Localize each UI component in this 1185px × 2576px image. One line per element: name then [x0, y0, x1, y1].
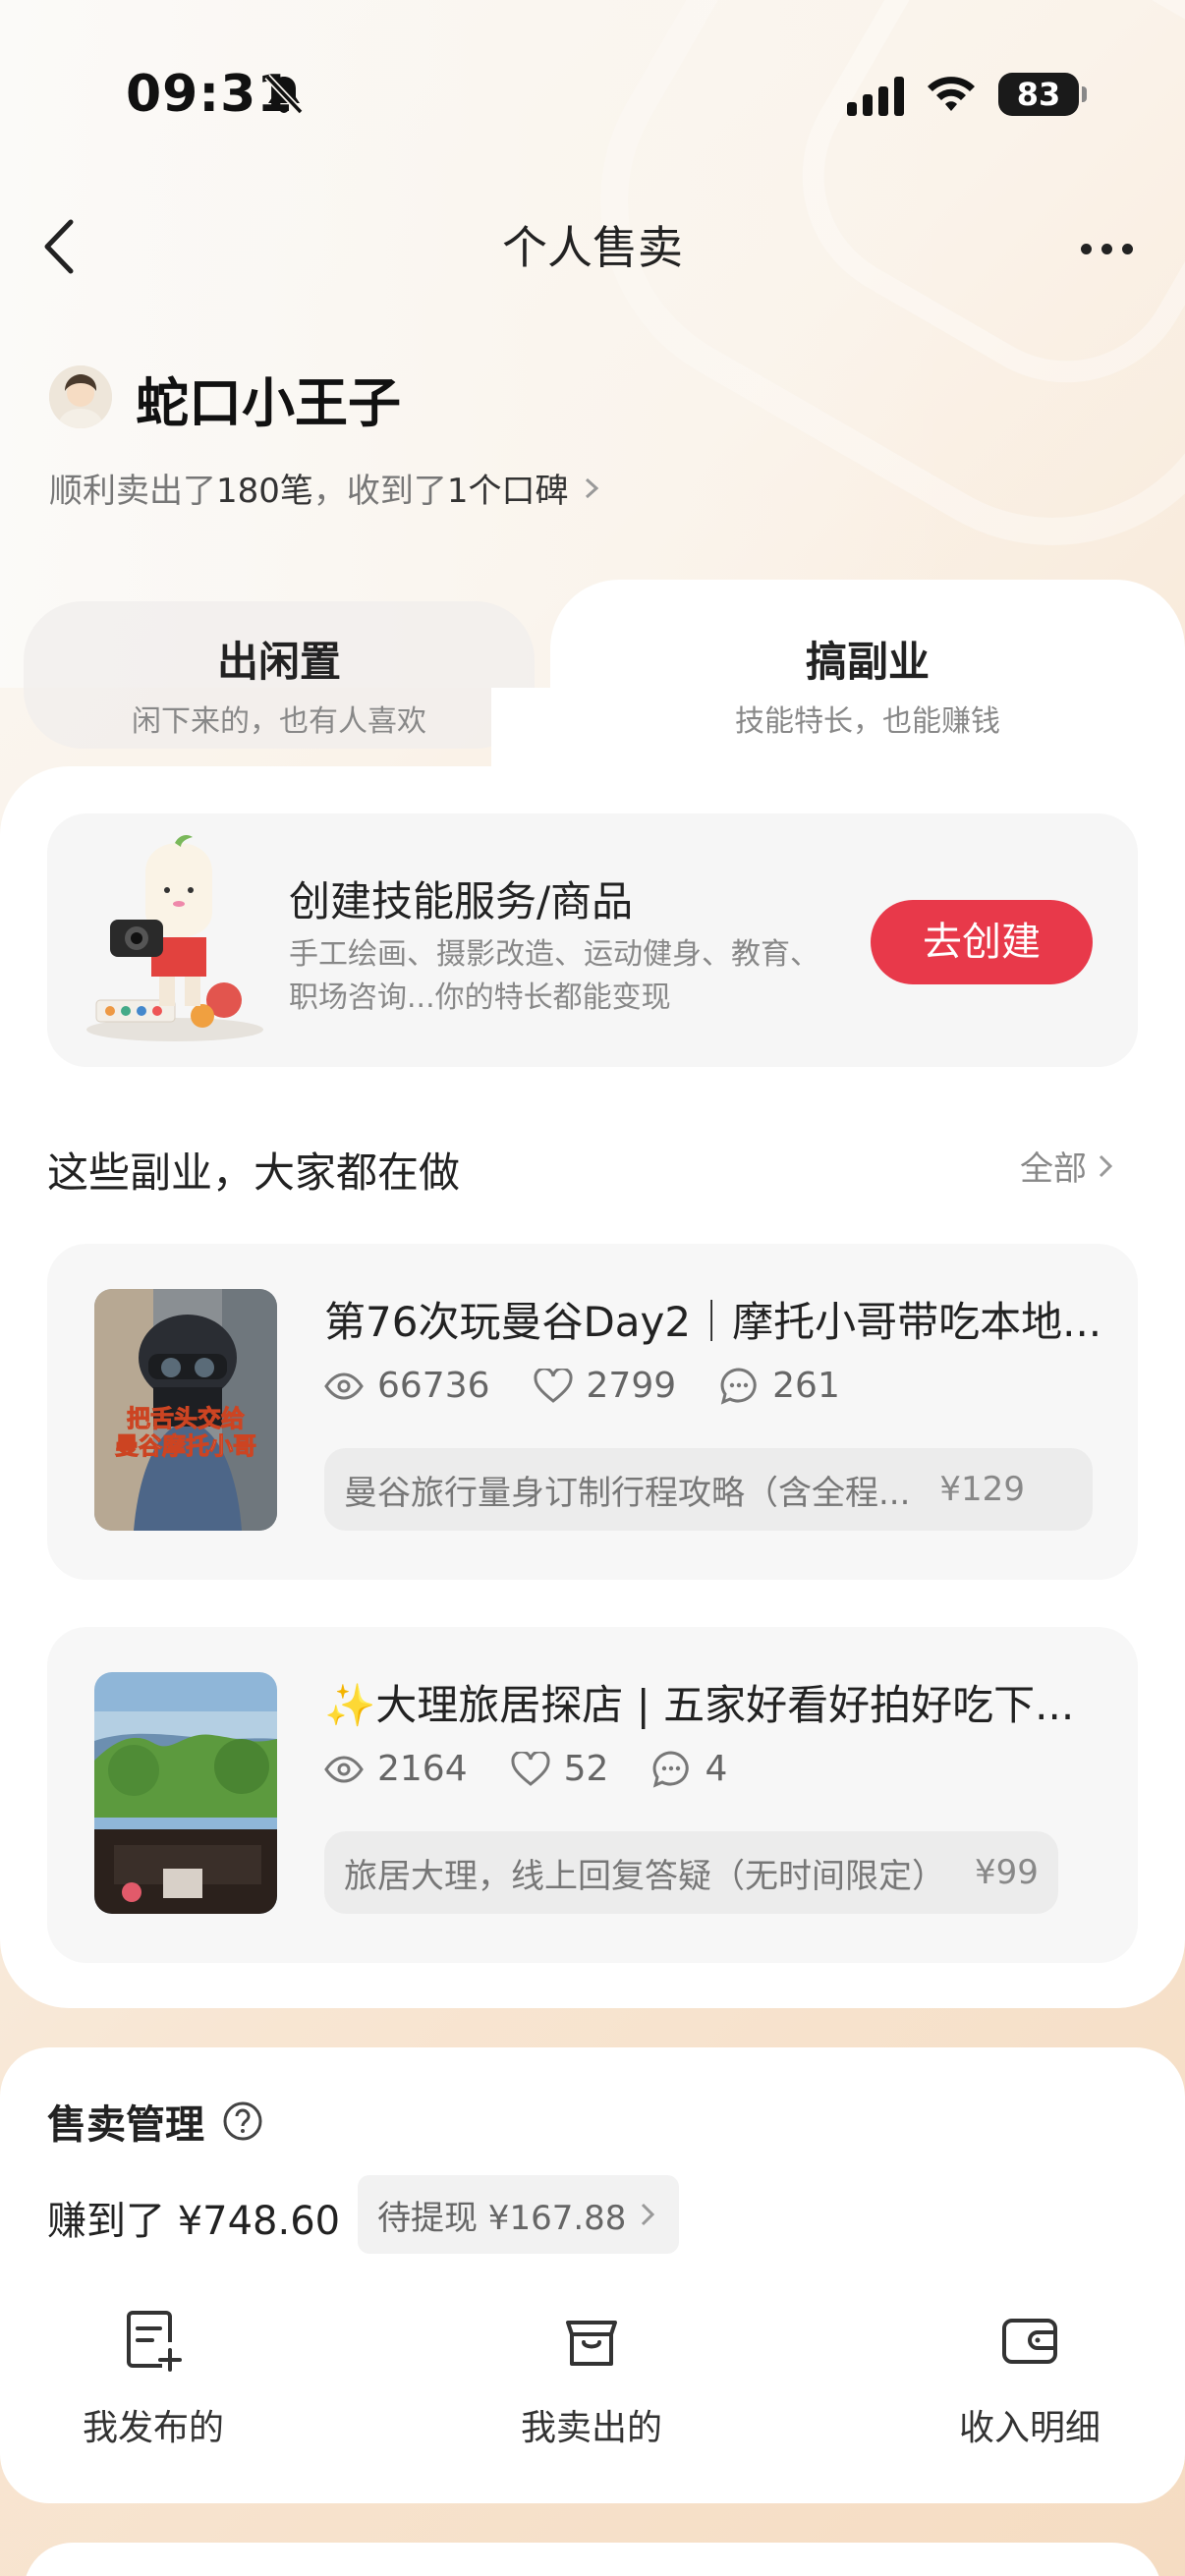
heart-icon — [534, 1368, 573, 1403]
eye-icon — [324, 1372, 364, 1400]
item-stats: 2164 52 4 — [324, 1749, 770, 1789]
item-title: 第76次玩曼谷Day2｜摩托小哥带吃本地... — [324, 1298, 1102, 1346]
tab-second-hand[interactable]: 出闲置 闲下来的，也有人喜欢 — [24, 601, 535, 749]
offer-name: 曼谷旅行量身订制行程攻略（含全程... — [344, 1473, 911, 1513]
item-thumbnail: 把舌头交给 曼谷摩托小哥 — [94, 1289, 277, 1531]
create-card-description: 手工绘画、摄影改造、运动健身、教育、职场咨询...你的特长都能变现 — [289, 937, 819, 1015]
chevron-right-icon — [642, 2203, 655, 2226]
comment-icon — [653, 1750, 690, 1788]
list-item[interactable]: 把舌头交给 曼谷摩托小哥 第76次玩曼谷Day2｜摩托小哥带吃本地... 667… — [47, 1244, 1138, 1580]
mascot-illustration — [86, 835, 263, 1041]
battery-indicator: 83 — [998, 73, 1087, 116]
shop-box-icon — [566, 2321, 617, 2366]
sold-count: 180笔 — [216, 472, 313, 511]
user-name: 蛇口小王子 — [136, 372, 401, 434]
status-bar: 09:31 83 — [0, 0, 1185, 187]
heart-icon — [511, 1751, 550, 1786]
svg-text:把舌头交给: 把舌头交给 — [127, 1405, 245, 1432]
user-stats[interactable]: 顺利卖出了 180笔 ，收到了 1个口碑 — [49, 464, 602, 512]
comment-count: 4 — [705, 1749, 728, 1789]
item-offer[interactable]: 旅居大理，线上回复答疑（无时间限定） ¥99 — [324, 1831, 1058, 1914]
my-published-button[interactable]: 我发布的 — [26, 2309, 281, 2450]
offer-name: 旅居大理，线上回复答疑（无时间限定） — [344, 1856, 945, 1896]
item-title: ✨大理旅居探店 | 五家好看好拍好吃下... — [324, 1681, 1075, 1729]
chevron-right-icon — [1099, 1154, 1113, 1177]
sales-management-title: 售卖管理 — [47, 2093, 263, 2150]
earned-amount: 赚到了 ¥748.60 — [47, 2199, 341, 2244]
page-title: 个人售卖 — [502, 221, 683, 274]
help-icon[interactable] — [222, 2100, 263, 2142]
my-sold-button[interactable]: 我卖出的 — [464, 2309, 719, 2450]
more-options-icon[interactable] — [1081, 224, 1150, 273]
wifi-icon — [928, 77, 975, 111]
create-button[interactable]: 去创建 — [871, 900, 1093, 984]
wallet-icon — [1002, 2319, 1057, 2364]
like-count: 52 — [563, 1749, 609, 1789]
pending-withdrawal-button[interactable]: 待提现 ¥167.88 — [358, 2175, 680, 2254]
income-details-button[interactable]: 收入明细 — [902, 2309, 1157, 2450]
next-section-card — [24, 2543, 1161, 2576]
publish-icon — [127, 2311, 182, 2372]
view-count: 2164 — [377, 1749, 468, 1789]
muted-bell-icon — [264, 74, 304, 115]
create-skill-card: 创建技能服务/商品 手工绘画、摄影改造、运动健身、教育、职场咨询...你的特长都… — [47, 813, 1138, 1067]
section-title: 这些副业，大家都在做 — [47, 1148, 461, 1197]
svg-text:曼谷摩托小哥: 曼谷摩托小哥 — [115, 1432, 256, 1460]
like-count: 2799 — [586, 1366, 677, 1406]
offer-price: ¥129 — [939, 1470, 1025, 1509]
offer-price: ¥99 — [975, 1853, 1039, 1892]
cellular-signal-icon — [847, 75, 904, 116]
item-offer[interactable]: 曼谷旅行量身订制行程攻略（含全程... ¥129 — [324, 1448, 1093, 1531]
comment-icon — [720, 1367, 757, 1405]
eye-icon — [324, 1755, 364, 1783]
view-count: 66736 — [377, 1366, 490, 1406]
item-stats: 66736 2799 261 — [324, 1366, 883, 1406]
view-all-link[interactable]: 全部 — [1020, 1142, 1114, 1190]
list-item[interactable]: ✨大理旅居探店 | 五家好看好拍好吃下... 2164 52 4 旅居大理，线上… — [47, 1627, 1138, 1963]
sales-page: 09:31 83 个人售卖 蛇口小王子 顺利卖出了 180笔 ，收到了 1个口碑… — [0, 0, 1185, 2576]
review-count: 1个口碑 — [446, 472, 569, 511]
item-thumbnail — [94, 1672, 277, 1914]
avatar[interactable] — [49, 365, 112, 428]
create-card-title: 创建技能服务/商品 — [289, 877, 634, 925]
comment-count: 261 — [772, 1366, 840, 1406]
chevron-right-icon — [585, 477, 598, 498]
